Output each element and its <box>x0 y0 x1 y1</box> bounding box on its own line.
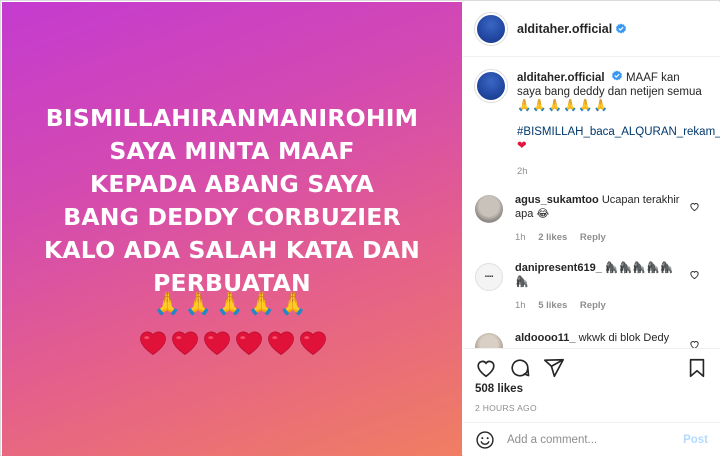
action-icons-row <box>463 349 720 379</box>
post-image[interactable]: BISMILLAHIRANMANIROHIM SAYA MINTA MAAF K… <box>2 2 462 456</box>
comment-time[interactable]: 1h <box>515 232 526 243</box>
like-icon[interactable] <box>475 357 497 379</box>
heart-outline-icon[interactable] <box>689 339 700 348</box>
comment-body: danipresent619_ 🦍🦍🦍🦍🦍🦍 1h 5 likes Reply <box>515 261 685 313</box>
comment-username[interactable]: danipresent619_ <box>515 262 602 274</box>
heart-outline-icon[interactable] <box>689 201 700 212</box>
caption-username[interactable]: alditaher.official <box>517 72 605 84</box>
post-time-ago[interactable]: 2 HOURS AGO <box>463 395 720 413</box>
post-actions: 508 likes 2 HOURS AGO <box>463 348 720 418</box>
post-text-line: BISMILLAHIRANMANIROHIM <box>45 104 419 132</box>
hearts-emoji-row <box>2 328 462 368</box>
post-text-line: KEPADA ABANG SAYA <box>89 170 375 198</box>
comment-input[interactable] <box>507 433 667 446</box>
comment-username[interactable]: aldoooo11_ <box>515 332 576 344</box>
red-heart-emoji: ❤ <box>517 140 527 152</box>
instagram-post-frame: BISMILLAHIRANMANIROHIM SAYA MINTA MAAF K… <box>0 0 720 456</box>
post-header: alditaher.official <box>463 2 720 57</box>
red-heart-icon <box>170 328 198 356</box>
post-button[interactable]: Post <box>683 434 708 446</box>
laughing-emoji: 😂 <box>536 208 550 220</box>
commenter-avatar[interactable]: ▪▪▪▪ <box>475 263 503 291</box>
likes-count[interactable]: 508 likes <box>463 379 720 395</box>
comment-body: aldoooo11_ wkwk di blok Dedy <box>515 331 685 348</box>
caption-hands-emoji: 🙏🙏🙏🙏🙏🙏 <box>517 100 609 112</box>
red-heart-icon <box>298 328 326 356</box>
comment-likes[interactable]: 5 likes <box>538 300 567 311</box>
comment-item: agus_sukamtoo Ucapan terakhir apa 😂 1h 2… <box>463 193 720 245</box>
red-heart-icon <box>202 328 230 356</box>
post-image-text: BISMILLAHIRANMANIROHIM SAYA MINTA MAAF K… <box>22 102 442 300</box>
reply-button[interactable]: Reply <box>580 300 606 311</box>
caption-hashtags[interactable]: #BISMILLAH_baca_ALQURAN_rekam_POSTING❤ <box>517 125 720 153</box>
comment-likes[interactable]: 2 likes <box>538 232 567 243</box>
praying-hands-emoji-row: 🙏🙏🙏🙏🙏 <box>153 292 311 317</box>
comment-text: wkwk di blok Dedy <box>578 332 670 344</box>
red-heart-icon <box>234 328 262 356</box>
comment-body: agus_sukamtoo Ucapan terakhir apa 😂 1h 2… <box>515 193 685 245</box>
heart-outline-icon[interactable] <box>689 269 700 280</box>
bookmark-icon[interactable] <box>686 357 708 379</box>
caption-body: alditaher.official MAAF kan saya bang de… <box>517 70 720 179</box>
verified-badge-icon <box>616 23 627 34</box>
emoji-smile-icon[interactable] <box>475 430 495 450</box>
reply-button[interactable]: Reply <box>580 232 606 243</box>
red-heart-icon <box>266 328 294 356</box>
comment-meta: 1h 2 likes Reply <box>515 231 685 245</box>
post-text-line: SAYA MINTA MAAF <box>109 137 355 165</box>
verified-badge-icon <box>611 70 622 81</box>
red-heart-icon <box>138 328 166 356</box>
comment-item: ▪▪▪▪ danipresent619_ 🦍🦍🦍🦍🦍🦍 1h 5 likes R… <box>463 261 720 313</box>
comment-username[interactable]: agus_sukamtoo <box>515 194 599 206</box>
comment-time[interactable]: 1h <box>515 300 526 311</box>
commenter-avatar[interactable] <box>475 333 503 348</box>
caption-time[interactable]: 2h <box>517 165 707 179</box>
post-side-panel: alditaher.official alditaher.official MA <box>463 2 720 456</box>
commenter-avatar[interactable] <box>475 195 503 223</box>
comments-list[interactable]: alditaher.official MAAF kan saya bang de… <box>463 58 720 348</box>
comment-icon[interactable] <box>509 357 531 379</box>
comment-item: aldoooo11_ wkwk di blok Dedy <box>463 331 720 348</box>
post-text-line: KALO ADA SALAH KATA DAN <box>44 236 420 264</box>
share-icon[interactable] <box>543 357 565 379</box>
avatar[interactable] <box>475 70 507 102</box>
comment-meta: 1h 5 likes Reply <box>515 299 685 313</box>
header-username[interactable]: alditaher.official <box>517 22 612 36</box>
avatar[interactable] <box>475 13 507 45</box>
post-text-line: BANG DEDDY CORBUZIER <box>63 203 401 231</box>
post-caption: alditaher.official MAAF kan saya bang de… <box>463 58 720 179</box>
add-comment-bar: Post <box>463 422 720 456</box>
